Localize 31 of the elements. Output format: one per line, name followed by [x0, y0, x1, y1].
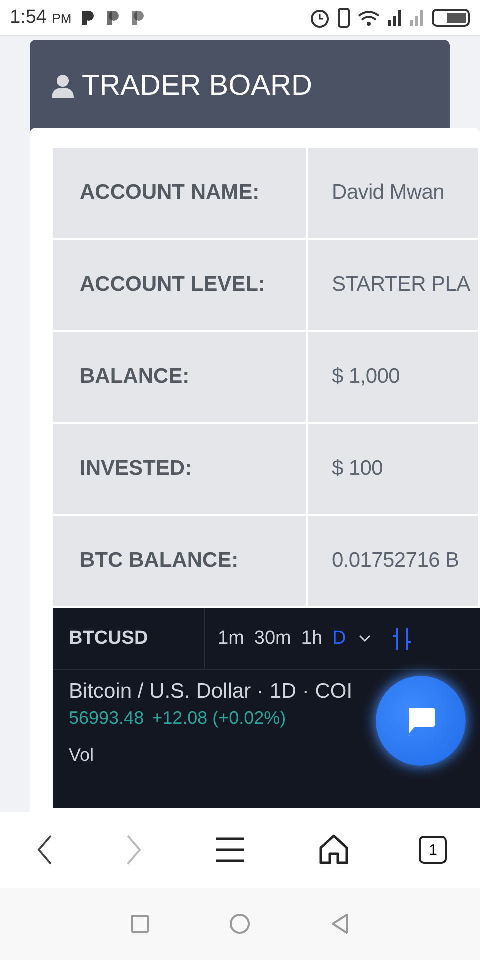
table-cell: INVESTED:	[53, 424, 308, 516]
tabs-button[interactable]: 1	[419, 836, 448, 864]
interval-button[interactable]: 30m	[249, 628, 296, 650]
table-cell: David Mwan	[308, 148, 480, 240]
status-time: 1:54 PM	[10, 6, 72, 28]
volume-label: Vol	[69, 745, 96, 766]
wifi-icon	[358, 10, 380, 26]
chat-icon	[406, 707, 436, 735]
table-cell: BTC BALANCE:	[53, 516, 308, 608]
price-change: +12.08 (+0.02%)	[152, 708, 286, 729]
table-cell: ACCOUNT LEVEL:	[53, 240, 308, 332]
table-cell: $ 100	[308, 424, 480, 516]
signal-icon	[410, 10, 424, 26]
table-cell: BALANCE:	[53, 332, 308, 424]
chevron-icon[interactable]	[359, 634, 372, 642]
user-icon	[52, 74, 74, 98]
interval-button[interactable]: 1m	[213, 628, 250, 650]
price-value: 56993.48	[69, 708, 144, 729]
alarm-icon	[310, 8, 330, 28]
chart-title: Bitcoin / U.S. Dollar · 1D · COI	[69, 680, 354, 704]
symbol-label: BTCUSD	[53, 608, 205, 669]
header-title: TRADER BOARD	[82, 70, 312, 102]
table-cell: STARTER PLA	[308, 240, 480, 332]
table-cell: 0.01752716 B	[308, 516, 480, 608]
table-cell: ACCOUNT NAME:	[53, 148, 308, 240]
table-cell: $ 1,000	[308, 332, 480, 424]
battery-icon	[432, 8, 470, 26]
interval-button[interactable]: 1h	[296, 628, 328, 650]
interval-button[interactable]: D	[328, 628, 352, 650]
recents-button[interactable]	[130, 915, 149, 933]
signal-icon	[388, 10, 402, 26]
